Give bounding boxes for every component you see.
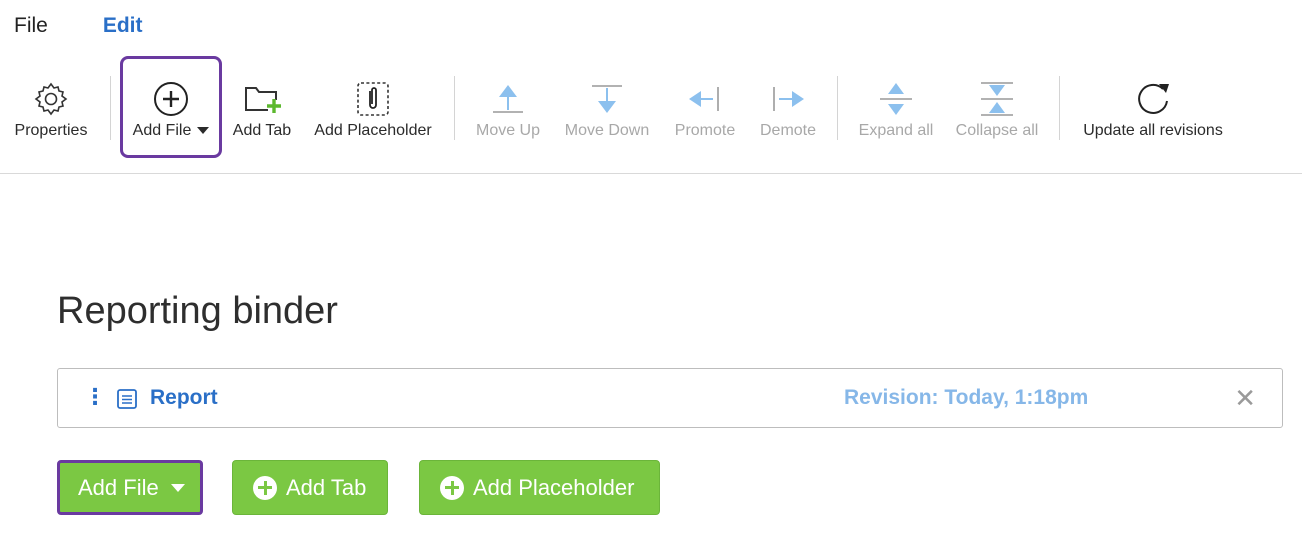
collapse-all-label: Collapse all [955,122,1039,139]
toolbar-divider [454,76,455,140]
toolbar-divider [1059,76,1060,140]
move-down-icon [592,85,622,113]
collapse-all-button[interactable]: Collapse all [952,56,1042,158]
expand-all-button[interactable]: Expand all [856,56,936,158]
add-circle-icon [154,82,188,116]
binder-item-revision[interactable]: Revision: Today, 1:18pm [844,386,1088,410]
chevron-down-icon [197,127,210,135]
expand-all-label: Expand all [858,122,934,139]
binder-item-row[interactable]: ⋮ Report Revision: Today, 1:18pm ✕ [57,368,1283,428]
move-up-button[interactable]: Move Up [472,56,544,158]
add-file-menu-button[interactable]: Add File [123,56,219,158]
add-tab-button-label: Add Tab [286,474,367,500]
document-icon [117,389,137,409]
update-all-revisions-label: Update all revisions [1083,122,1223,139]
demote-label: Demote [759,122,817,139]
paperclip-placeholder-icon [357,82,389,116]
add-file-button[interactable]: Add File [57,460,203,515]
chevron-down-icon [170,483,185,492]
add-placeholder-button[interactable]: Add Placeholder [308,56,438,158]
move-up-label: Move Up [475,122,541,139]
promote-icon [689,87,719,111]
demote-icon [773,87,804,111]
toolbar: Properties Add File Add Tab Add Placehol… [0,56,1302,174]
menu-edit[interactable]: Edit [103,14,143,38]
update-all-revisions-button[interactable]: Update all revisions [1078,56,1228,158]
properties-button[interactable]: Properties [10,56,92,158]
close-icon[interactable]: ✕ [1234,383,1256,414]
binder-item-name[interactable]: Report [150,386,218,410]
plus-circle-icon [253,475,277,500]
add-file-button-label: Add File [78,474,159,500]
plus-circle-icon [440,475,464,500]
menu-bar: File Edit [14,14,143,38]
add-placeholder-green-button[interactable]: Add Placeholder [419,460,660,515]
gear-icon [34,82,68,116]
add-placeholder-label: Add Placeholder [314,122,432,139]
add-tab-green-button[interactable]: Add Tab [232,460,388,515]
demote-button[interactable]: Demote [756,56,820,158]
add-file-label: Add File [133,122,210,140]
add-placeholder-button-label: Add Placeholder [473,474,635,500]
drag-handle-icon[interactable]: ⋮ [84,385,106,409]
menu-file[interactable]: File [14,14,48,38]
move-up-icon [493,85,523,113]
refresh-icon [1138,83,1169,114]
page-title: Reporting binder [57,290,338,332]
promote-button[interactable]: Promote [670,56,740,158]
toolbar-divider [837,76,838,140]
move-down-label: Move Down [564,122,650,139]
add-tab-button[interactable]: Add Tab [228,56,296,158]
expand-all-icon [880,83,912,115]
move-down-button[interactable]: Move Down [560,56,654,158]
properties-label: Properties [14,122,88,139]
toolbar-divider [110,76,111,140]
promote-label: Promote [674,122,736,139]
add-tab-label: Add Tab [232,122,292,139]
folder-add-icon [245,87,281,113]
collapse-all-icon [981,82,1013,116]
